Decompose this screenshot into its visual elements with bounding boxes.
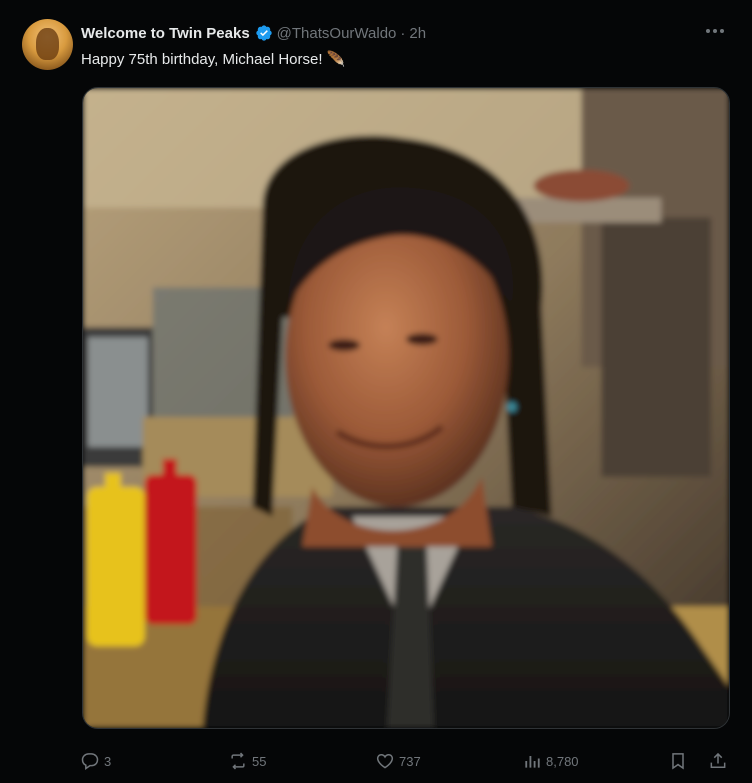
avatar-portrait (36, 28, 59, 60)
share-button[interactable] (708, 748, 728, 774)
reply-count: 3 (104, 753, 112, 769)
like-button[interactable]: 737 (375, 748, 421, 774)
display-name[interactable]: Welcome to Twin Peaks (81, 25, 250, 42)
photo-portrait (83, 88, 729, 728)
more-icon[interactable] (706, 24, 726, 38)
reply-button[interactable]: 3 (80, 748, 111, 774)
heart-icon (376, 753, 394, 769)
view-count: 8,780 (546, 753, 579, 769)
tweet-text: Happy 75th birthday, Michael Horse! 🪶 (81, 51, 346, 68)
retweet-count: 55 (252, 753, 267, 769)
views-button[interactable]: 8,780 (522, 748, 579, 774)
like-count: 737 (399, 753, 421, 769)
tweet-photo[interactable] (82, 87, 730, 729)
avatar[interactable] (22, 19, 73, 70)
tweet-header: Welcome to Twin Peaks @ThatsOurWaldo · 2… (81, 22, 426, 44)
share-icon (710, 752, 726, 768)
retweet-icon (231, 752, 245, 770)
reply-icon (81, 753, 99, 770)
retweet-button[interactable]: 55 (228, 748, 266, 774)
bookmark-icon (672, 753, 684, 770)
verified-badge-icon (255, 24, 273, 42)
tweet-card[interactable]: Welcome to Twin Peaks @ThatsOurWaldo · 2… (0, 0, 752, 783)
action-bar: 3 55 737 8,780 (80, 748, 730, 774)
bookmark-button[interactable] (668, 748, 688, 774)
separator-dot: · (400, 24, 406, 42)
views-icon (525, 756, 540, 768)
timestamp[interactable]: 2h (409, 25, 426, 42)
handle[interactable]: @ThatsOurWaldo (277, 25, 397, 42)
